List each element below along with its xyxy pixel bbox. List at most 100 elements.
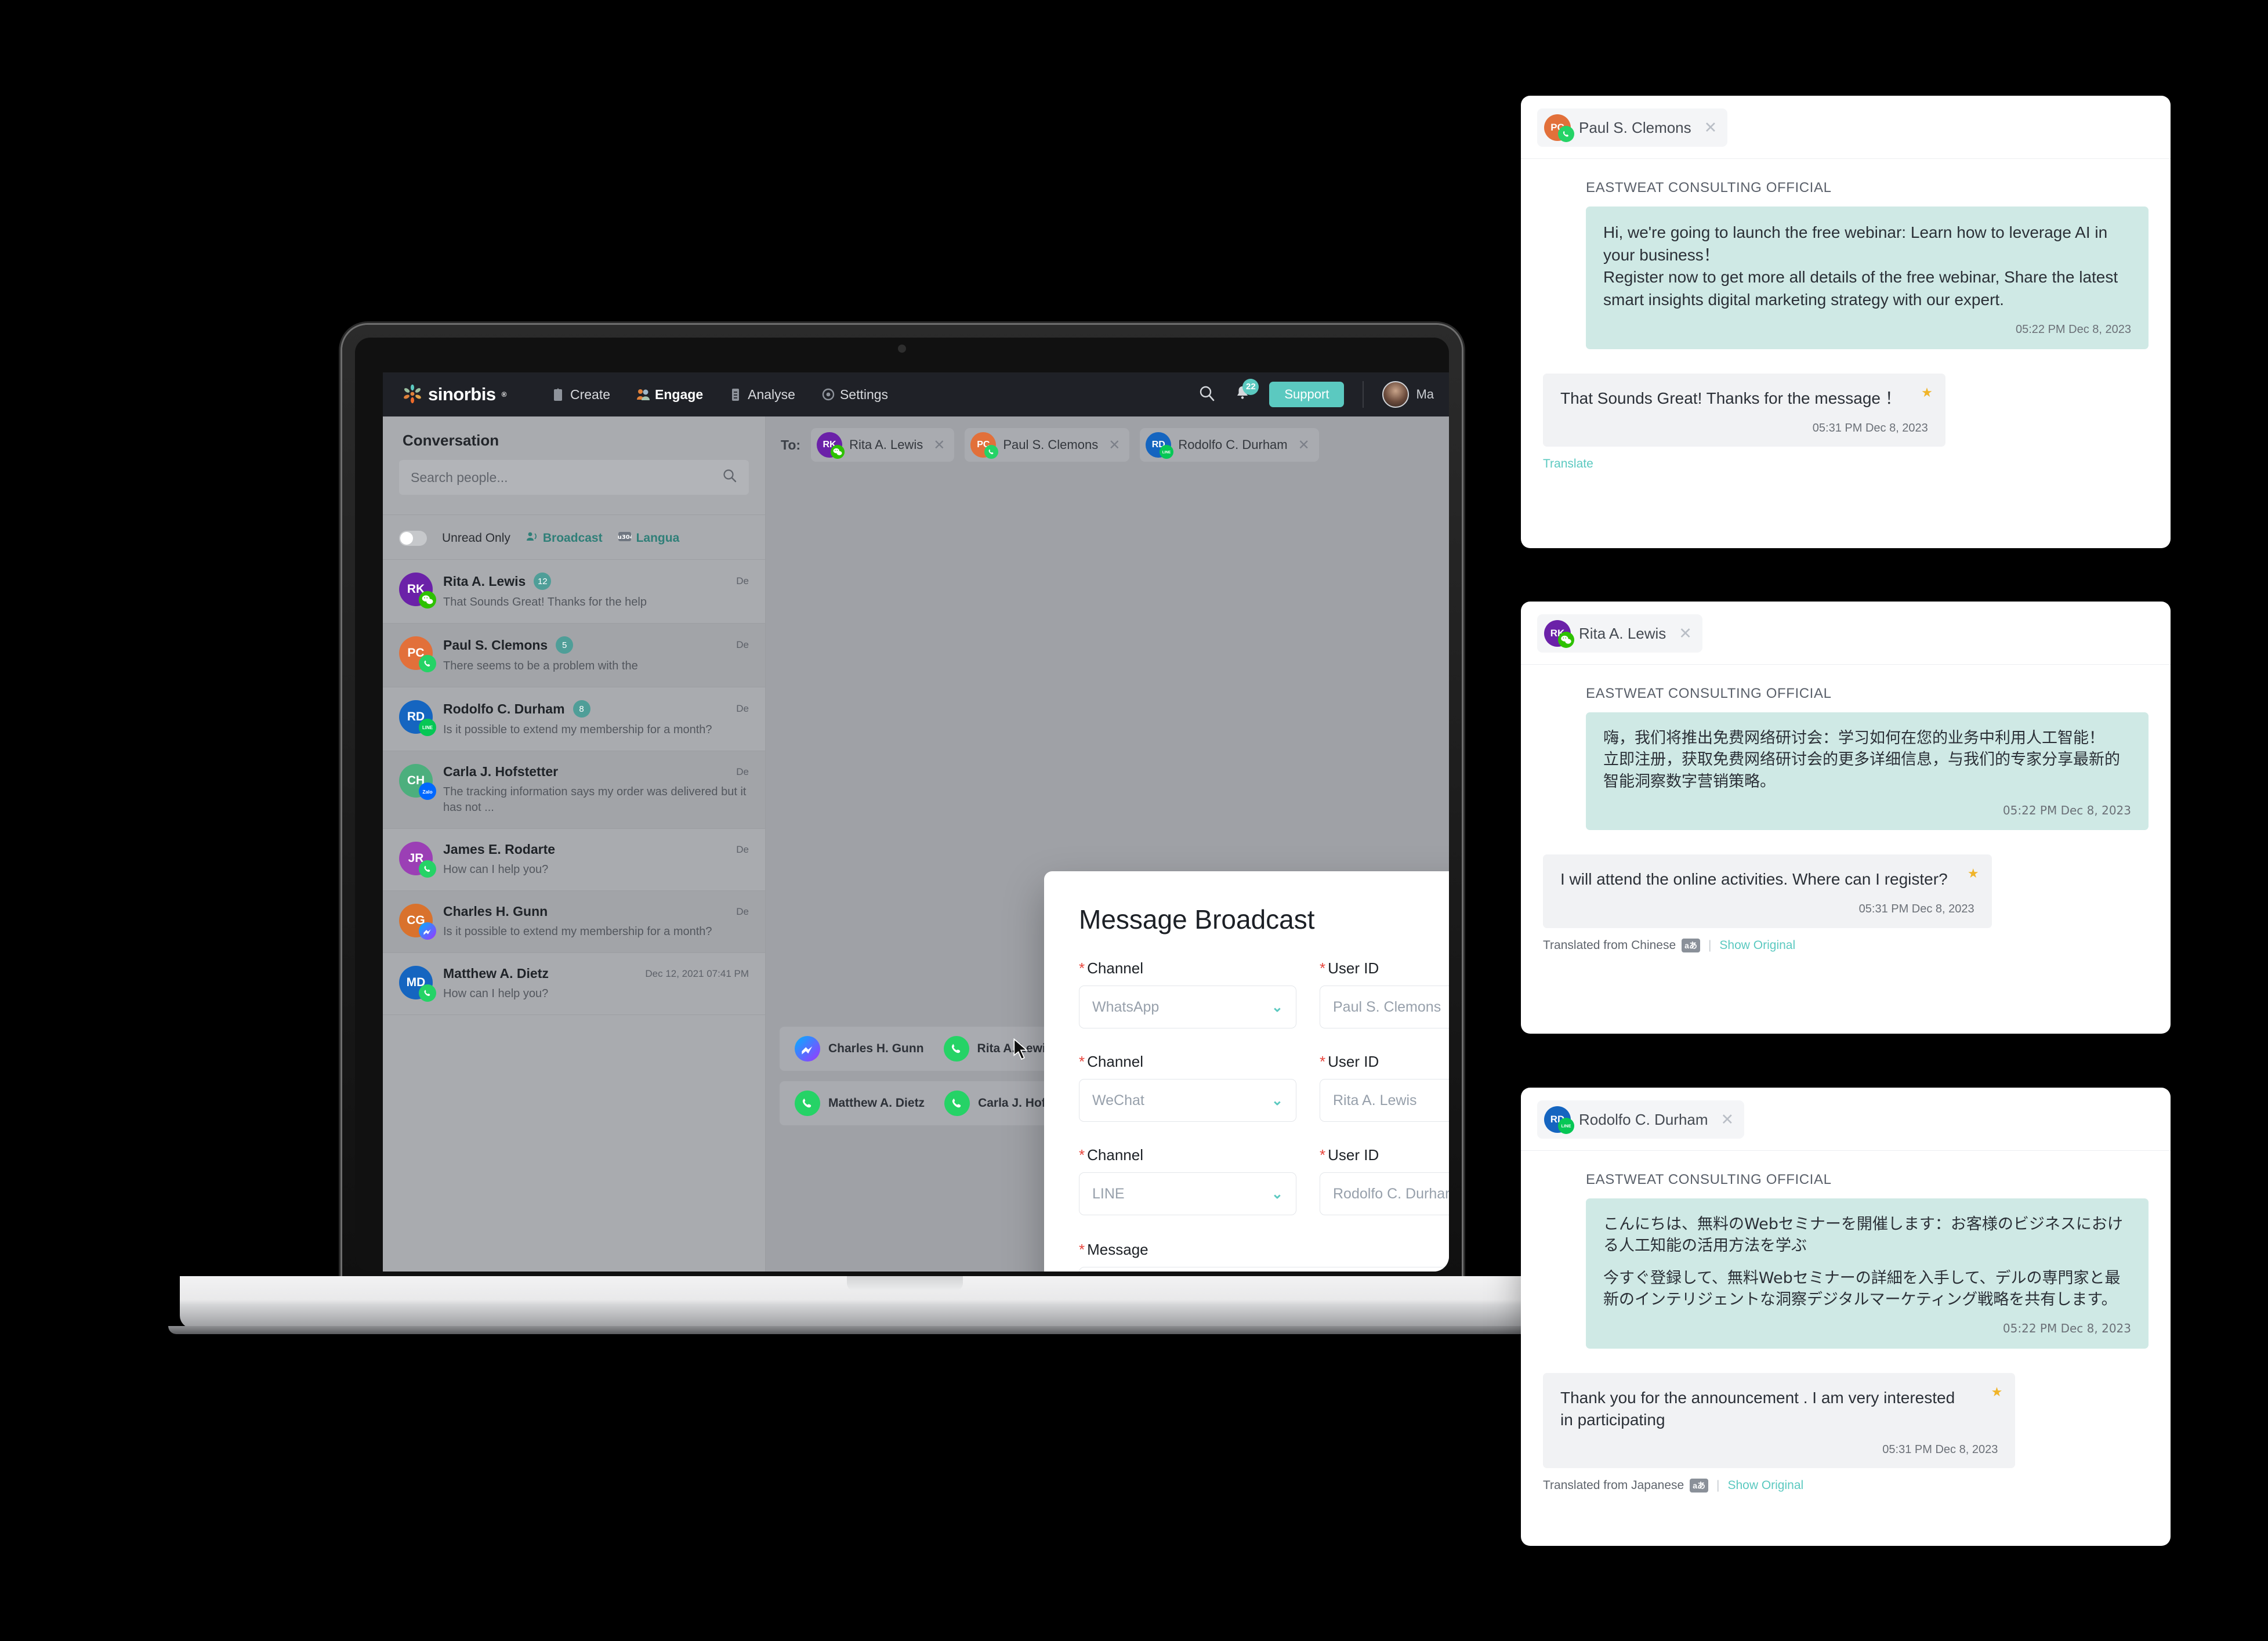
conversation-date: Dec 12, 2021 07:41 PM (645, 968, 749, 979)
avatar: MD (399, 966, 436, 1002)
chat-contact-tab[interactable]: PC Paul S. Clemons ✕ (1537, 108, 1728, 147)
nav-item-settings[interactable]: Settings (821, 387, 888, 403)
brand-logo[interactable]: sinorbis ® (403, 384, 536, 405)
userid-field: *User ID Paul S. Clemons⌄ (1320, 959, 1449, 1028)
star-icon[interactable]: ★ (1921, 384, 1933, 401)
show-original-link[interactable]: Show Original (1727, 1479, 1803, 1493)
avatar: RD LINE (1146, 432, 1174, 459)
analyse-icon (729, 387, 742, 402)
nav-right-group: 22 Support Ma (1198, 378, 1449, 408)
close-icon[interactable]: ✕ (1721, 1111, 1734, 1129)
chat-contact-tab[interactable]: RD LINE Rodolfo C. Durham ✕ (1537, 1100, 1745, 1139)
notifications-button[interactable]: 22 (1234, 378, 1259, 405)
dialog-title: Message Broadcast (1079, 904, 1315, 934)
star-icon[interactable]: ★ (1968, 865, 1979, 882)
channel-select[interactable]: WhatsApp ⌄ (1079, 986, 1296, 1028)
channel-value: WeChat (1092, 1092, 1144, 1109)
nav-label-create: Create (570, 386, 611, 402)
nav-item-engage[interactable]: Engage (636, 387, 703, 403)
list-item[interactable]: CG Charles H. Gunn De Is it possible to … (383, 891, 765, 953)
nav-item-create[interactable]: Create (551, 387, 610, 403)
message-textarea[interactable]: Hi, we're going to launch the free webin… (1079, 1267, 1449, 1271)
star-icon[interactable]: ★ (1991, 1383, 2003, 1401)
incoming-message-timestamp: 05:22 PM Dec 8, 2023 (2002, 803, 2131, 817)
recipient-chip[interactable]: PC Paul S. Clemons ✕ (965, 428, 1130, 462)
conversation-name: James E. Rodarte (443, 842, 556, 857)
list-item[interactable]: RD LINE Rodolfo C. Durham 8 De Is it pos… (383, 687, 765, 751)
user-name: Ma (1416, 387, 1434, 401)
avatar: CG (399, 904, 436, 940)
unread-only-toggle[interactable] (399, 531, 427, 546)
required-asterisk: * (1320, 1146, 1326, 1164)
main-nav: Create Engage Analyse Settings (551, 387, 888, 403)
svg-text:a\u3042: a\u3042 (618, 534, 632, 541)
user-menu[interactable]: Ma (1382, 381, 1449, 408)
channel-value: WhatsApp (1092, 998, 1160, 1015)
nav-item-analyse[interactable]: Analyse (729, 387, 795, 403)
channel-field: * Channel LINE ⌄ (1079, 1146, 1296, 1215)
list-item[interactable]: PC Paul S. Clemons 5 De There seems to b… (383, 624, 765, 687)
remove-recipient-icon[interactable]: ✕ (933, 437, 945, 454)
avatar: PC (399, 636, 436, 672)
search-icon[interactable] (1198, 385, 1216, 405)
list-item[interactable]: RK Rita A. Lewis 12 De That Sounds Great… (383, 560, 765, 624)
chat-header: PC Paul S. Clemons ✕ (1521, 96, 2171, 159)
broadcast-button[interactable]: Broadcast (526, 530, 603, 546)
recipient-pill[interactable]: Charles H. Gunn (795, 1036, 924, 1062)
list-item[interactable]: CH Zalo Carla J. Hofstetter De The track… (383, 751, 765, 829)
recipient-pill[interactable]: Rita A. Lewis (943, 1036, 1052, 1062)
support-button[interactable]: Support (1269, 382, 1345, 407)
remove-recipient-icon[interactable]: ✕ (1108, 437, 1120, 454)
channel-select[interactable]: LINE ⌄ (1079, 1172, 1296, 1215)
chevron-down-icon: ⌄ (1271, 999, 1283, 1015)
search-input[interactable]: Search people... (399, 460, 749, 495)
brand-trademark: ® (501, 390, 507, 399)
recipient-chip[interactable]: RK Rita A. Lewis ✕ (811, 428, 955, 462)
chat-footer: Translated from Chinese aあ | Show Origina… (1543, 938, 2149, 952)
incoming-message-text: こんにちは、無料のWebセミナーを開催します：お客様のビジネスにおける人工知能の… (1603, 1215, 2123, 1309)
create-icon (551, 387, 565, 402)
conversation-date: De (736, 575, 749, 586)
recipient-pill[interactable]: Matthew A. Dietz (795, 1091, 925, 1116)
nav-divider (1363, 381, 1364, 408)
show-original-link[interactable]: Show Original (1719, 939, 1795, 952)
avatar: CH Zalo (399, 764, 436, 800)
close-icon[interactable]: ✕ (1679, 625, 1692, 643)
translate-link[interactable]: Translate (1543, 457, 1593, 471)
language-label: Langua (636, 531, 680, 545)
laptop-base-foot (168, 1326, 1642, 1334)
list-item[interactable]: JR James E. Rodarte De How can I help yo… (383, 829, 765, 891)
channel-label: * Channel (1079, 959, 1143, 977)
channel-select[interactable]: WeChat ⌄ (1079, 1079, 1296, 1122)
userid-field: *User ID Rodolfo C. Durham⌄ (1320, 1146, 1449, 1215)
userid-select[interactable]: Rita A. Lewis⌄ (1320, 1079, 1449, 1122)
userid-select[interactable]: Paul S. Clemons⌄ (1320, 986, 1449, 1028)
channel-label: * Channel (1079, 1053, 1143, 1070)
incoming-message-bubble: こんにちは、無料のWebセミナーを開催します：お客様のビジネスにおける人工知能の… (1586, 1198, 2149, 1349)
recipient-chip[interactable]: RD LINE Rodolfo C. Durham ✕ (1140, 428, 1319, 462)
remove-recipient-icon[interactable]: ✕ (1298, 437, 1310, 454)
broadcast-row: *Channel WeChat ⌄ *User ID Rita A. Lewis⌄… (1079, 1053, 1449, 1122)
whatsapp-icon (795, 1091, 820, 1116)
page-title: Conversation (403, 432, 499, 449)
chat-body: EASTWEAT CONSULTING OFFICIAL こんにちは、無料のWe… (1521, 1151, 2171, 1493)
chat-panel: RK Rita A. Lewis ✕ EASTWEAT CONSULTING O… (1521, 602, 2171, 1034)
avatar: RD LINE (1544, 1106, 1574, 1134)
to-label: To: (781, 437, 801, 452)
translated-from-label: Translated from Japanese aあ (1543, 1479, 1708, 1493)
chat-panel: RD LINE Rodolfo C. Durham ✕ EASTWEAT CON… (1521, 1088, 2171, 1546)
userid-select[interactable]: Rodolfo C. Durham⌄ (1320, 1172, 1449, 1215)
chat-contact-tab[interactable]: RK Rita A. Lewis ✕ (1537, 614, 1702, 653)
userid-value: Paul S. Clemons (1333, 998, 1441, 1015)
reply-message-text: Thank you for the announcement . I am ve… (1560, 1388, 1955, 1429)
conversation-name: Rita A. Lewis (443, 573, 526, 589)
whatsapp-icon (944, 1091, 970, 1116)
channel-field: * Channel WeChat ⌄ (1079, 1053, 1296, 1122)
broadcast-row: * Channel WhatsApp ⌄ * User ID Paul S. Clem… (1079, 959, 1449, 1028)
list-item[interactable]: MD Matthew A. Dietz Dec 12, 2021 07:41 P… (383, 953, 765, 1015)
language-button[interactable]: a\u3042 Langua (611, 531, 680, 546)
divider: | (1708, 938, 1712, 952)
close-icon[interactable]: ✕ (1704, 119, 1718, 137)
whatsapp-icon (419, 655, 436, 672)
userid-value: Rodolfo C. Durham (1333, 1185, 1449, 1202)
